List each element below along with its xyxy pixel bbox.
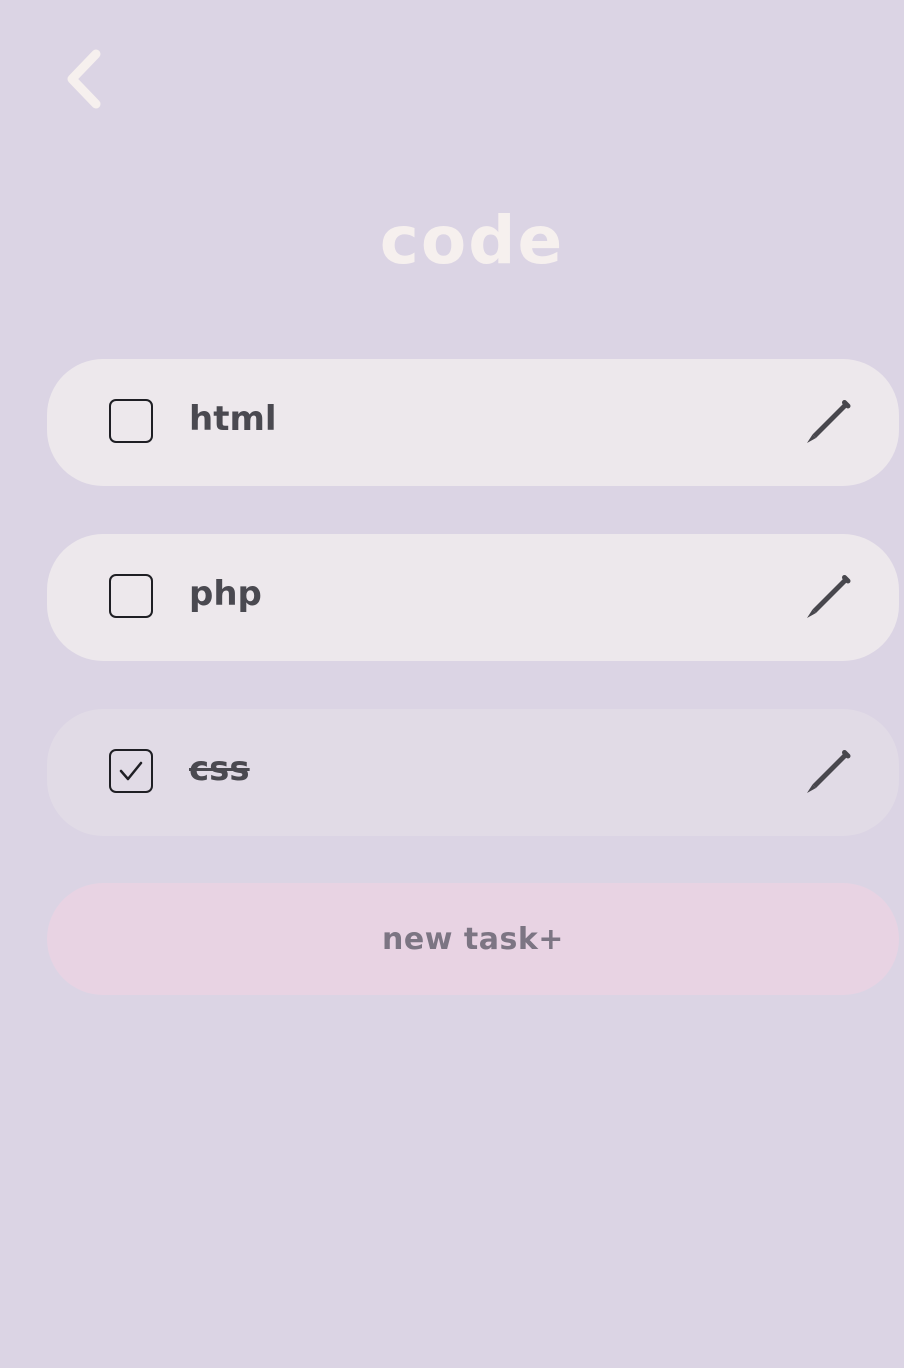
edit-task-button[interactable] [803,749,851,797]
pencil-icon [807,750,851,793]
new-task-button[interactable]: new task+ [47,883,899,995]
task-checkbox[interactable] [109,399,153,443]
task-checkbox-checked[interactable] [109,749,153,793]
pencil-icon [807,575,851,618]
checkmark-icon [119,761,143,781]
task-row-completed: css [47,709,899,836]
back-button[interactable] [56,46,108,112]
task-label: html [189,399,277,439]
task-list: html php css [47,359,899,884]
edit-task-button[interactable] [803,399,851,447]
edit-task-button[interactable] [803,574,851,622]
task-label: php [189,574,262,614]
chevron-left-icon [67,49,101,109]
page-title: code [379,202,565,279]
task-checkbox[interactable] [109,574,153,618]
pencil-icon [807,400,851,443]
task-label: css [189,749,250,789]
task-row: html [47,359,899,486]
task-row: php [47,534,899,661]
